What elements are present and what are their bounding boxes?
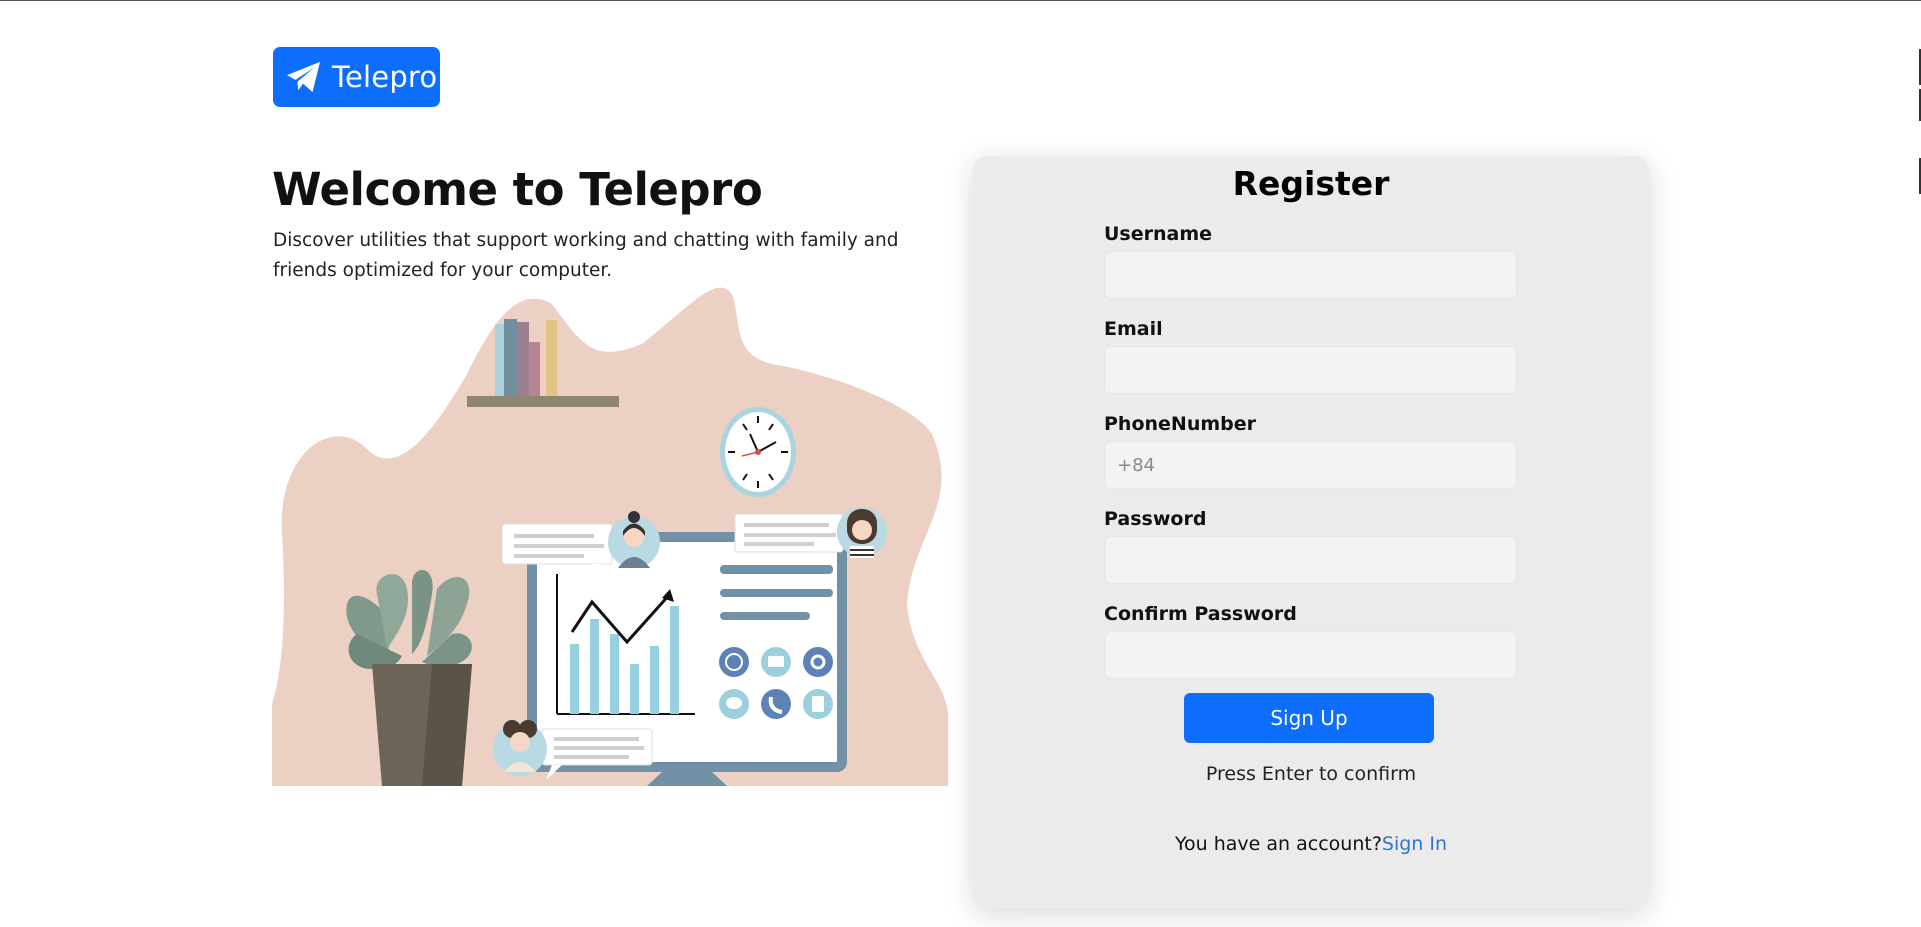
paper-plane-icon — [287, 61, 321, 93]
account-prompt-text: You have an account? — [1174, 833, 1382, 855]
phone-number-input[interactable] — [1104, 441, 1517, 489]
email-label: Email — [1104, 318, 1163, 340]
register-panel: Register Username Email PhoneNumber Pass… — [973, 156, 1649, 908]
register-title: Register — [1232, 164, 1390, 203]
confirm-password-input[interactable] — [1104, 631, 1517, 679]
sign-in-link[interactable]: Sign In — [1382, 833, 1447, 855]
sign-up-button[interactable]: Sign Up — [1184, 693, 1434, 743]
username-label: Username — [1104, 223, 1213, 245]
office-workspace-illustration — [272, 287, 948, 786]
password-input[interactable] — [1104, 536, 1517, 584]
welcome-description: Discover utilities that support working … — [273, 230, 899, 281]
brand-logo-button[interactable]: Telepro — [273, 47, 440, 107]
password-label: Password — [1104, 508, 1207, 530]
email-input[interactable] — [1104, 346, 1517, 394]
phone-number-label: PhoneNumber — [1104, 413, 1256, 435]
press-enter-hint: Press Enter to confirm — [1205, 763, 1417, 785]
brand-name: Telepro — [332, 60, 438, 94]
account-prompt-line: You have an account?Sign In — [973, 833, 1649, 855]
register-form: Username Email PhoneNumber Password Conf… — [1104, 222, 1517, 697]
username-input[interactable] — [1104, 251, 1517, 299]
confirm-password-label: Confirm Password — [1104, 603, 1297, 625]
welcome-title: Welcome to Telepro — [272, 163, 763, 216]
wall-clock — [720, 407, 796, 497]
